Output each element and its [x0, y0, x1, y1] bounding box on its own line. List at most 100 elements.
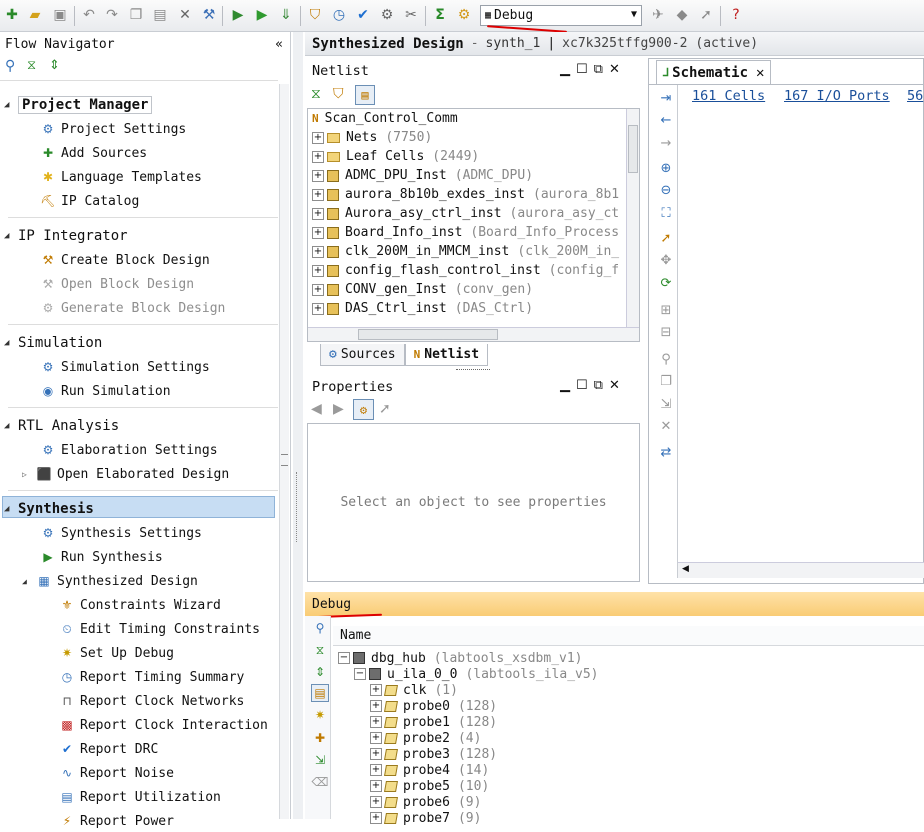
- nav-synthesis-settings[interactable]: ⚙ Synthesis Settings: [40, 522, 202, 544]
- paste-icon[interactable]: ▤: [150, 5, 170, 25]
- copy-icon[interactable]: ❐: [126, 5, 146, 25]
- expand-icon[interactable]: +: [312, 131, 324, 144]
- ports-link[interactable]: 167 I/O Ports: [784, 88, 890, 104]
- debug-row[interactable]: + probe0 (128): [370, 698, 497, 714]
- zoom-in-icon[interactable]: ⊕: [657, 159, 675, 177]
- step-icon[interactable]: ⇓: [276, 5, 296, 25]
- expand-icon[interactable]: +: [312, 150, 324, 163]
- debug-row[interactable]: + probe5 (10): [370, 778, 489, 794]
- netlist-row[interactable]: + Aurora_asy_ctrl_inst (aurora_asy_ct: [312, 204, 619, 223]
- debug-row[interactable]: + probe7 (9): [370, 810, 481, 826]
- layout-selector[interactable]: ▦ Debug ▼: [480, 5, 642, 26]
- new-project-icon[interactable]: ✚: [2, 5, 22, 25]
- scroll-grip[interactable]: [281, 454, 288, 466]
- expand-icon[interactable]: +: [370, 796, 382, 808]
- nav-constraints-wizard[interactable]: ⚜ Constraints Wizard: [59, 594, 221, 616]
- nav-run-simulation[interactable]: ◉ Run Simulation: [40, 380, 171, 402]
- section-rtl-analysis[interactable]: ◢ RTL Analysis: [4, 415, 119, 437]
- tab-sources[interactable]: ⚙ Sources: [320, 344, 405, 366]
- diamond-icon[interactable]: ◆: [672, 5, 692, 25]
- nav-edit-timing-constraints[interactable]: ⏲ Edit Timing Constraints: [59, 618, 260, 640]
- collapse-all-icon[interactable]: ⧖: [311, 86, 321, 102]
- section-simulation[interactable]: ◢ Simulation: [4, 332, 102, 354]
- expand-icon[interactable]: ⊞: [657, 301, 675, 319]
- nav-set-up-debug[interactable]: ✷ Set Up Debug: [59, 642, 174, 664]
- section-synthesis[interactable]: ◢ Synthesis: [4, 498, 94, 520]
- expand-all-icon[interactable]: ⇕: [49, 58, 60, 73]
- nav-project-settings[interactable]: ⚙ Project Settings: [40, 118, 187, 140]
- timer-icon[interactable]: ◷: [329, 5, 349, 25]
- nav-add-sources[interactable]: ✚ Add Sources: [40, 142, 147, 164]
- nav-run-synthesis[interactable]: ▶ Run Synthesis: [40, 546, 162, 568]
- expand-icon[interactable]: +: [370, 732, 382, 744]
- nav-report-power[interactable]: ⚡ Report Power: [59, 810, 174, 832]
- netlist-root[interactable]: N Scan_Control_Comm: [312, 109, 458, 128]
- nav-language-templates[interactable]: ✱ Language Templates: [40, 166, 202, 188]
- wrench-icon[interactable]: ✂: [401, 5, 421, 25]
- expand-icon[interactable]: +: [312, 302, 324, 315]
- nets-link[interactable]: 56: [907, 88, 923, 104]
- show-cells-icon[interactable]: ▤: [355, 85, 375, 105]
- forward-icon[interactable]: ▶: [333, 401, 344, 417]
- minimize-icon[interactable]: ▁: [560, 62, 570, 77]
- collapse-icon[interactable]: −: [354, 668, 366, 680]
- debug-row[interactable]: + probe1 (128): [370, 714, 497, 730]
- back-icon[interactable]: ◀: [311, 401, 322, 417]
- maximize-icon[interactable]: ☐: [576, 378, 588, 393]
- netlist-row[interactable]: + DAS_Ctrl_inst (DAS_Ctrl): [312, 299, 533, 318]
- expand-icon[interactable]: +: [312, 226, 324, 239]
- search-icon[interactable]: ⚲: [311, 619, 329, 637]
- splitter-grip[interactable]: [296, 472, 298, 542]
- netlist-row[interactable]: + aurora_8b10b_exdes_inst (aurora_8b1: [312, 185, 619, 204]
- expand-icon[interactable]: +: [370, 716, 382, 728]
- regenerate-icon[interactable]: ⟳: [657, 274, 675, 292]
- section-project-manager[interactable]: ◢ Project Manager: [4, 94, 153, 116]
- schematic-hscrollbar[interactable]: ◀: [678, 562, 924, 578]
- forward-icon[interactable]: →: [657, 134, 675, 152]
- expand-icon[interactable]: +: [312, 245, 324, 258]
- debug-wizard-icon[interactable]: ✷: [311, 706, 329, 724]
- expand-icon[interactable]: +: [370, 700, 382, 712]
- expand-icon[interactable]: +: [370, 684, 382, 696]
- float-icon[interactable]: ⧉: [594, 378, 603, 393]
- search-icon[interactable]: ⚲: [657, 350, 675, 368]
- nav-report-drc[interactable]: ✔ Report DRC: [59, 738, 158, 760]
- nav-report-clock-interaction[interactable]: ▩ Report Clock Interaction: [59, 714, 268, 736]
- debug-row[interactable]: + probe3 (128): [370, 746, 497, 762]
- tab-schematic[interactable]: ⅃ Schematic ✕: [656, 60, 772, 84]
- netlist-row[interactable]: + Nets (7750): [312, 128, 432, 147]
- settings-icon[interactable]: ⚙: [377, 5, 397, 25]
- netlist-row[interactable]: + Board_Info_inst (Board_Info_Process: [312, 223, 619, 242]
- copy-icon[interactable]: ❐: [657, 372, 675, 390]
- move-icon[interactable]: ⇲: [657, 395, 675, 413]
- debug-row[interactable]: + probe6 (9): [370, 794, 481, 810]
- collapse-icon[interactable]: ⊟: [657, 323, 675, 341]
- expand-icon[interactable]: +: [312, 264, 324, 277]
- project-settings-icon[interactable]: ⚙: [454, 5, 474, 25]
- collapse-icon[interactable]: −: [338, 652, 350, 664]
- pointer-icon[interactable]: ➚: [379, 401, 391, 417]
- delete-icon[interactable]: ✕: [175, 5, 195, 25]
- cross-probe-icon[interactable]: ✈: [648, 5, 668, 25]
- save-icon[interactable]: ▣: [50, 5, 70, 25]
- tools-icon[interactable]: ⚒: [199, 5, 219, 25]
- nav-simulation-settings[interactable]: ⚙ Simulation Settings: [40, 356, 210, 378]
- nav-ip-catalog[interactable]: ⛏ IP Catalog: [40, 190, 139, 212]
- netlist-vscrollbar[interactable]: [626, 109, 639, 327]
- show-nets-icon[interactable]: ▤: [311, 684, 329, 702]
- expand-icon[interactable]: +: [312, 283, 324, 296]
- netlist-row[interactable]: + Leaf Cells (2449): [312, 147, 479, 166]
- nav-create-block-design[interactable]: ⚒ Create Block Design: [40, 249, 210, 271]
- debug-row[interactable]: + probe4 (14): [370, 762, 489, 778]
- expand-icon[interactable]: +: [370, 748, 382, 760]
- scroll-thumb[interactable]: [358, 329, 498, 340]
- nav-synthesized-design[interactable]: ◢ ▦ Synthesized Design: [22, 570, 198, 592]
- collapse-all-icon[interactable]: ⧖: [311, 641, 329, 659]
- debug-row[interactable]: + clk (1): [370, 682, 458, 698]
- minimize-icon[interactable]: ▁: [560, 378, 570, 393]
- cells-link[interactable]: 161 Cells: [692, 88, 765, 104]
- close-icon[interactable]: ✕: [609, 378, 620, 393]
- expand-all-icon[interactable]: ⇕: [311, 663, 329, 681]
- remove-probe-icon[interactable]: ⌫: [311, 773, 329, 791]
- nav-report-noise[interactable]: ∿ Report Noise: [59, 762, 174, 784]
